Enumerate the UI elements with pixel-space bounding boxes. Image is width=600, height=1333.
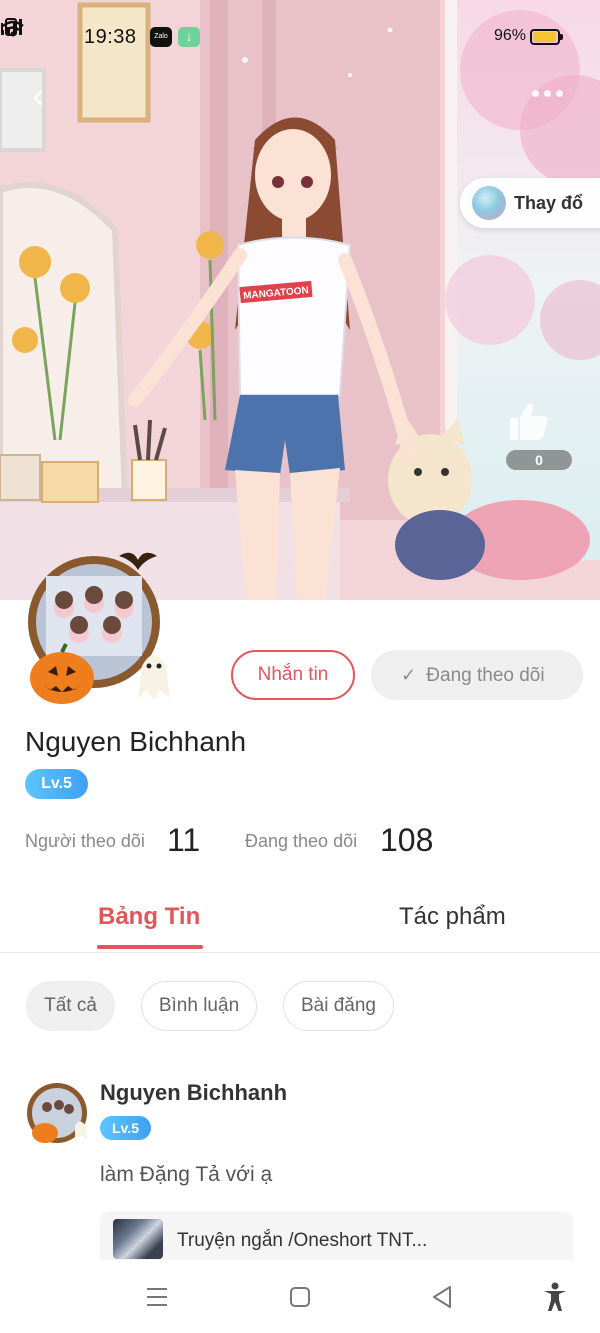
post-text: làm Đặng Tả với ạ (100, 1163, 273, 1186)
signal-icon (1, 19, 22, 35)
outfit-avatar-icon (472, 186, 506, 220)
filter-all[interactable]: Tất cả (26, 981, 115, 1031)
profile-name: Nguyen Bichhanh (25, 726, 247, 757)
back-triangle-icon[interactable] (426, 1280, 460, 1314)
status-bar: 19:38 Zalo ↓ 96% (0, 18, 600, 58)
active-tab-indicator (97, 945, 203, 949)
system-nav-bar (0, 1260, 600, 1333)
download-icon: ↓ (178, 27, 200, 47)
tab-feed[interactable]: Bảng Tin (98, 903, 200, 931)
profile-background-illustration: MANGATOON 19:38 Zalo ↓ 96% ‹ Thay đổ 0 (0, 0, 600, 600)
like-button[interactable]: 0 (506, 400, 572, 474)
like-count: 0 (506, 450, 572, 470)
zalo-icon: Zalo (150, 27, 172, 47)
more-options-icon[interactable] (532, 84, 576, 106)
filter-comments[interactable]: Bình luận (141, 981, 257, 1031)
followers-label[interactable]: Người theo dõi (25, 831, 145, 852)
message-button[interactable]: Nhắn tin (231, 650, 355, 700)
story-title: Truyện ngắn /Oneshort TNT... (177, 1230, 428, 1251)
accessibility-icon[interactable] (538, 1280, 572, 1314)
profile-avatar[interactable] (14, 548, 180, 708)
back-chevron-icon[interactable]: ‹ (20, 76, 56, 116)
change-background-button[interactable]: Thay đổ (460, 178, 600, 228)
filter-posts[interactable]: Bài đăng (283, 981, 394, 1031)
feed-filters: Tất cả Bình luận Bài đăng (26, 981, 586, 1033)
profile-stats: Người theo dõi 11 Đang theo dõi 108 (25, 822, 585, 862)
level-badge: Lv.5 (25, 769, 88, 799)
battery-percent: 96% (494, 27, 527, 44)
following-label[interactable]: Đang theo dõi (245, 831, 357, 852)
room-illustration: MANGATOON (0, 0, 600, 600)
followers-count[interactable]: 11 (167, 822, 200, 859)
change-background-label: Thay đổ (514, 193, 584, 213)
thumbs-up-icon (510, 403, 548, 440)
battery-icon (530, 29, 563, 45)
content-tabs: Bảng Tin Tác phẩm (0, 895, 600, 953)
post-level-badge: Lv.5 (100, 1116, 151, 1140)
following-button-label: Đang theo dõi (426, 665, 545, 686)
post-author-name[interactable]: Nguyen Bichhanh (100, 1080, 287, 1106)
checkmark-icon: ✓ (401, 665, 417, 685)
tab-works[interactable]: Tác phẩm (399, 903, 506, 931)
following-count[interactable]: 108 (380, 822, 433, 859)
story-thumbnail (113, 1219, 163, 1259)
following-button[interactable]: ✓ Đang theo dõi (371, 650, 583, 700)
clock: 19:38 (84, 26, 137, 48)
post-author-avatar[interactable] (25, 1081, 89, 1145)
home-square-icon[interactable] (283, 1280, 317, 1314)
menu-icon[interactable] (140, 1280, 174, 1314)
